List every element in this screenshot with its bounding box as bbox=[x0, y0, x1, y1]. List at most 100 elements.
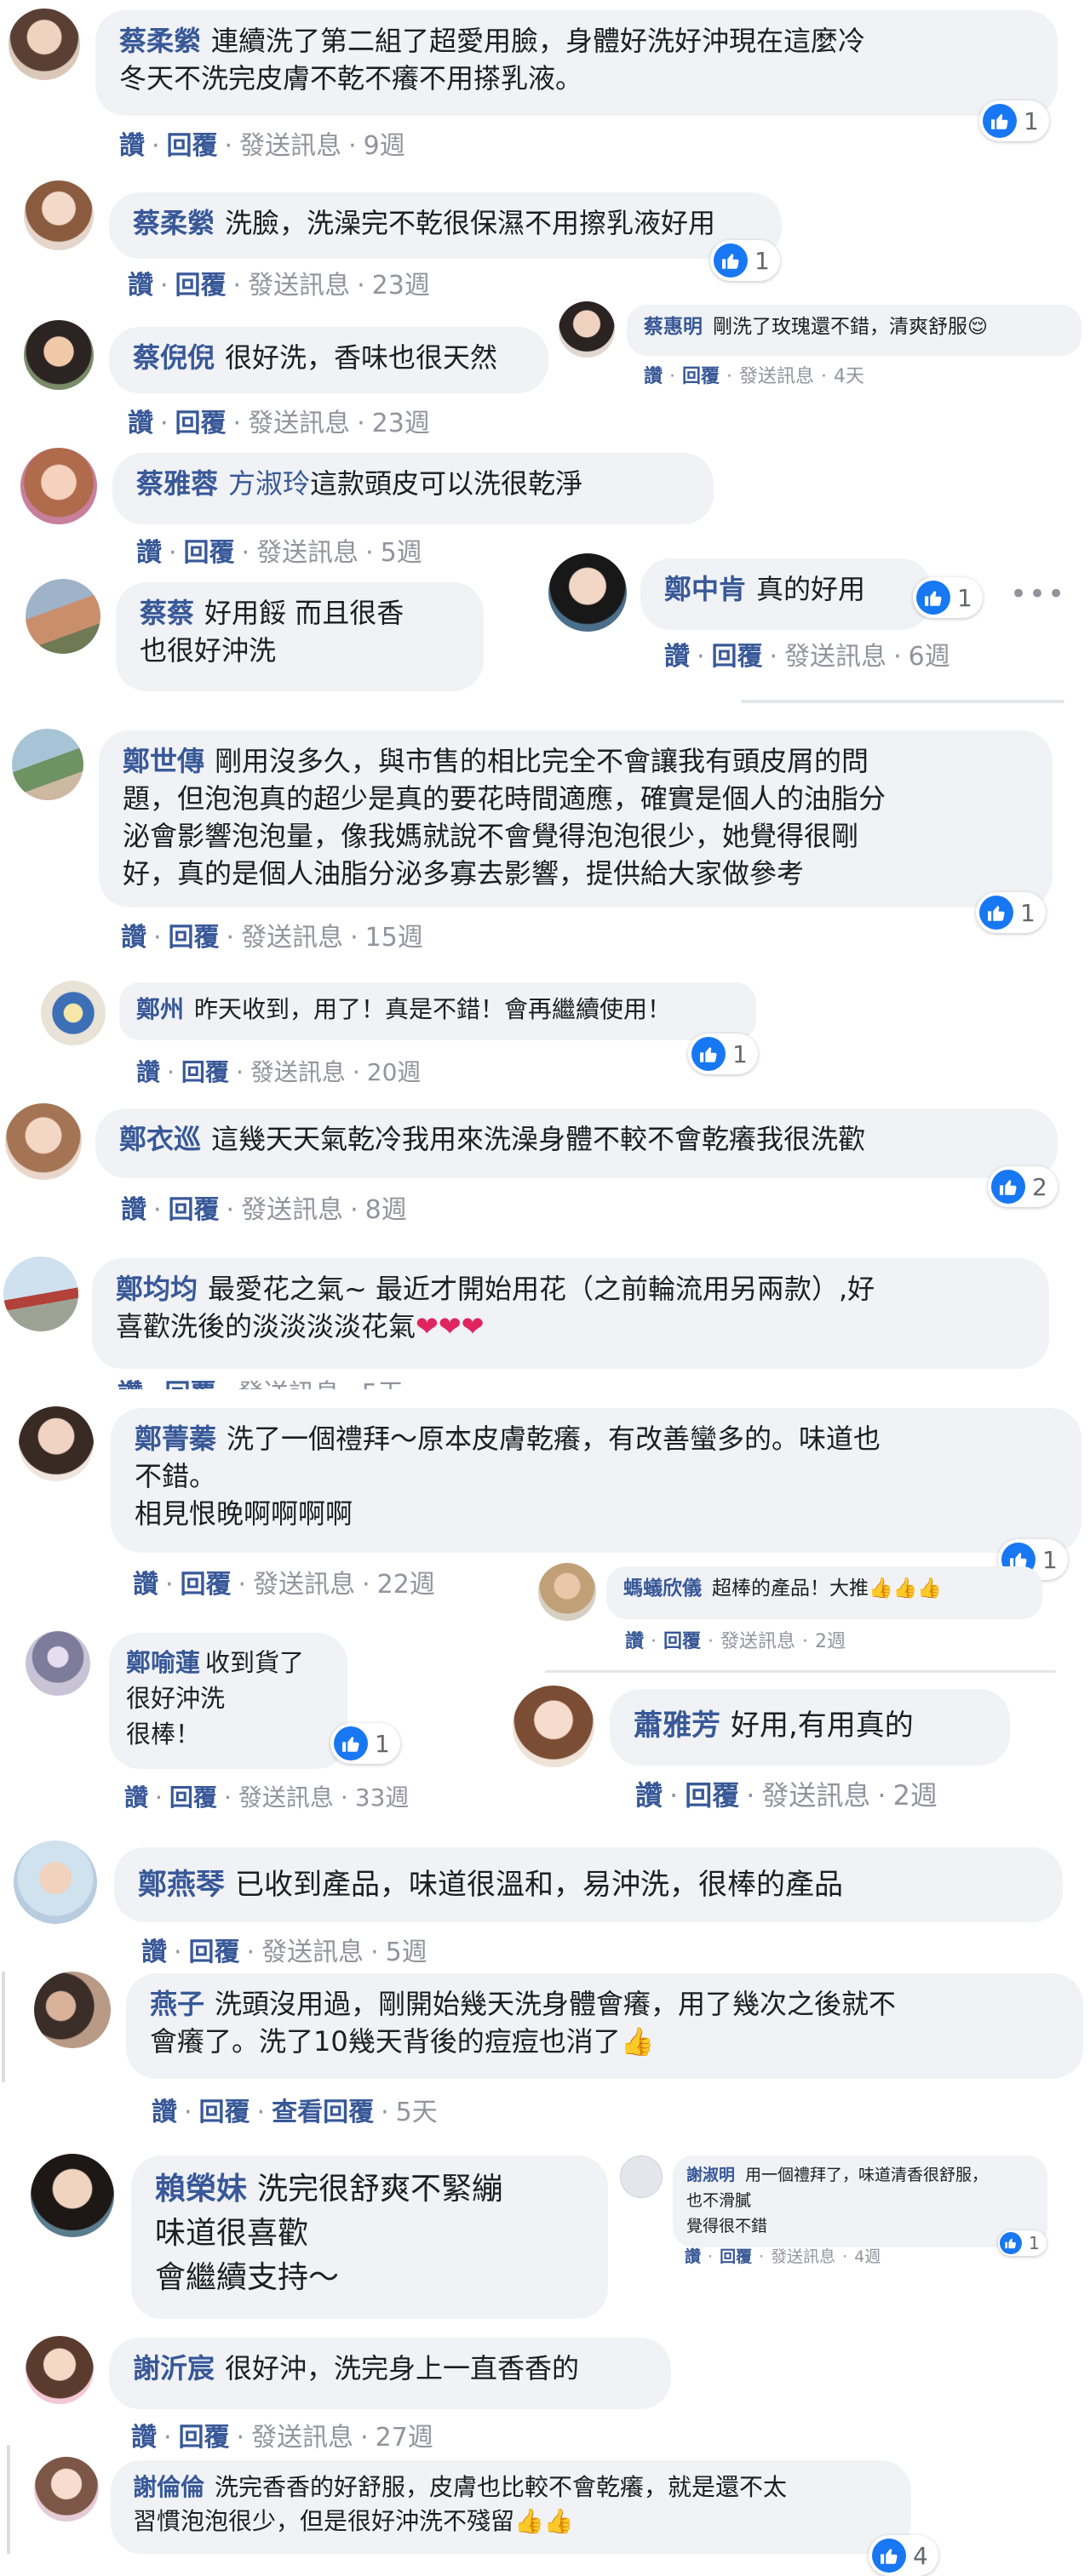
reply-link[interactable]: 回覆 bbox=[181, 1058, 229, 1086]
timestamp[interactable]: 4天 bbox=[834, 366, 864, 387]
timestamp[interactable]: 20週 bbox=[367, 1058, 422, 1086]
like-link[interactable]: 讚 bbox=[664, 642, 690, 672]
reply-link[interactable]: 回覆 bbox=[169, 1195, 220, 1225]
reaction-count[interactable]: 1 bbox=[688, 1033, 758, 1074]
timestamp[interactable]: 2週 bbox=[893, 1779, 938, 1812]
reaction-count[interactable]: 1 bbox=[330, 1723, 400, 1764]
like-link[interactable]: 讚 bbox=[131, 2423, 157, 2453]
avatar[interactable] bbox=[12, 729, 83, 800]
commenter-name[interactable]: 鄭燕琴 bbox=[138, 1868, 225, 1902]
commenter-name[interactable]: 蔡雅蓉 bbox=[136, 467, 218, 500]
commenter-name[interactable]: 螞蟻欣儀 bbox=[623, 1577, 702, 1600]
timestamp[interactable]: 5天 bbox=[362, 1379, 404, 1389]
like-link[interactable]: 讚 bbox=[119, 131, 145, 161]
like-link[interactable]: 讚 bbox=[128, 271, 153, 301]
like-link[interactable]: 讚 bbox=[121, 923, 146, 953]
reply-link[interactable]: 回覆 bbox=[175, 409, 227, 438]
like-link[interactable]: 讚 bbox=[625, 1631, 644, 1652]
commenter-name[interactable]: 鄭菁蓁 bbox=[135, 1423, 216, 1455]
like-link[interactable]: 讚 bbox=[685, 2247, 701, 2266]
commenter-name[interactable]: 蔡倪倪 bbox=[133, 341, 215, 374]
more-options-icon[interactable]: ••• bbox=[1010, 577, 1066, 611]
like-link[interactable]: 讚 bbox=[124, 1783, 148, 1812]
commenter-name[interactable]: 蔡惠明 bbox=[644, 316, 703, 338]
avatar[interactable] bbox=[41, 981, 106, 1045]
commenter-name[interactable]: 謝倫倫 bbox=[133, 2473, 204, 2501]
timestamp[interactable]: 15週 bbox=[365, 923, 423, 953]
avatar[interactable] bbox=[3, 1257, 78, 1331]
timestamp[interactable]: 5週 bbox=[381, 538, 422, 568]
commenter-name[interactable]: 鄭喻蓮 bbox=[126, 1648, 200, 1677]
commenter-name[interactable]: 蔡柔縈 bbox=[133, 207, 215, 239]
like-link[interactable]: 讚 bbox=[141, 1938, 167, 1967]
reaction-count[interactable]: 1 bbox=[710, 240, 780, 281]
commenter-name[interactable]: 蔡柔縈 bbox=[119, 25, 201, 57]
commenter-name[interactable]: 謝沂宸 bbox=[133, 2352, 215, 2384]
avatar[interactable] bbox=[31, 2154, 114, 2237]
send-message-link[interactable]: 發送訊息 bbox=[761, 1779, 870, 1812]
avatar[interactable] bbox=[513, 1686, 594, 1767]
send-message-link[interactable]: 發送訊息 bbox=[720, 1631, 795, 1652]
reply-link[interactable]: 回覆 bbox=[165, 1379, 216, 1389]
timestamp[interactable]: 9週 bbox=[364, 131, 405, 161]
timestamp[interactable]: 22週 bbox=[377, 1570, 435, 1600]
timestamp[interactable]: 33週 bbox=[355, 1783, 410, 1812]
reaction-count[interactable]: 1 bbox=[976, 892, 1046, 933]
commenter-name[interactable]: 鄭中肯 bbox=[664, 573, 746, 605]
send-message-link[interactable]: 發送訊息 bbox=[739, 366, 814, 387]
reaction-count[interactable]: 1 bbox=[913, 577, 983, 618]
reply-link[interactable]: 回覆 bbox=[663, 1631, 701, 1652]
timestamp[interactable]: 2週 bbox=[815, 1631, 846, 1652]
like-link[interactable]: 讚 bbox=[136, 538, 162, 568]
avatar[interactable] bbox=[34, 2457, 99, 2522]
reply-link[interactable]: 回覆 bbox=[181, 1570, 232, 1600]
commenter-name[interactable]: 賴榮妹 bbox=[155, 2172, 247, 2207]
commenter-name[interactable]: 鄭均均 bbox=[116, 1273, 198, 1305]
reaction-count[interactable]: 1 bbox=[979, 100, 1049, 141]
avatar[interactable] bbox=[9, 9, 80, 80]
like-link[interactable]: 讚 bbox=[128, 409, 153, 438]
timestamp[interactable]: 4週 bbox=[854, 2247, 881, 2266]
send-message-link[interactable]: 發送訊息 bbox=[248, 271, 350, 301]
reply-link[interactable]: 回覆 bbox=[179, 2423, 230, 2453]
commenter-name[interactable]: 燕子 bbox=[150, 1988, 204, 2020]
send-message-link[interactable]: 發送訊息 bbox=[256, 538, 359, 568]
timestamp[interactable]: 5天 bbox=[396, 2098, 438, 2127]
like-link[interactable]: 讚 bbox=[121, 1195, 146, 1225]
timestamp[interactable]: 27週 bbox=[376, 2423, 433, 2453]
view-replies-link[interactable]: 查看回覆 bbox=[272, 2098, 374, 2127]
send-message-link[interactable]: 發送訊息 bbox=[784, 642, 886, 672]
commenter-name[interactable]: 蕭雅芳 bbox=[634, 1709, 720, 1743]
timestamp[interactable]: 5週 bbox=[386, 1938, 427, 1967]
reply-link[interactable]: 回覆 bbox=[199, 2098, 250, 2127]
avatar[interactable] bbox=[26, 1631, 90, 1696]
like-link[interactable]: 讚 bbox=[118, 1379, 143, 1389]
send-message-link[interactable]: 發送訊息 bbox=[253, 1570, 355, 1600]
send-message-link[interactable]: 發送訊息 bbox=[251, 2423, 353, 2453]
commenter-name[interactable]: 鄭衣巡 bbox=[119, 1123, 201, 1155]
avatar[interactable] bbox=[34, 1972, 111, 2048]
avatar[interactable] bbox=[559, 301, 615, 358]
commenter-name[interactable]: 鄭世傳 bbox=[123, 745, 204, 777]
avatar[interactable] bbox=[538, 1563, 596, 1621]
avatar[interactable] bbox=[5, 1103, 82, 1180]
avatar[interactable] bbox=[14, 1840, 97, 1924]
send-message-link[interactable]: 發送訊息 bbox=[241, 923, 343, 953]
avatar[interactable] bbox=[24, 180, 94, 250]
avatar[interactable] bbox=[26, 2336, 94, 2404]
send-message-link[interactable]: 發送訊息 bbox=[238, 1379, 340, 1389]
reply-link[interactable]: 回覆 bbox=[720, 2247, 752, 2266]
like-link[interactable]: 讚 bbox=[635, 1779, 663, 1812]
commenter-name[interactable]: 謝淑明 bbox=[686, 2166, 735, 2184]
reply-link[interactable]: 回覆 bbox=[712, 642, 763, 672]
send-message-link[interactable]: 發送訊息 bbox=[238, 1783, 334, 1812]
timestamp[interactable]: 23週 bbox=[372, 271, 430, 301]
reply-link[interactable]: 回覆 bbox=[169, 1783, 217, 1812]
avatar[interactable] bbox=[548, 553, 627, 632]
tagged-user[interactable]: 方淑玲 bbox=[228, 467, 310, 500]
reply-link[interactable]: 回覆 bbox=[175, 271, 227, 301]
reply-link[interactable]: 回覆 bbox=[685, 1779, 739, 1812]
like-link[interactable]: 讚 bbox=[136, 1058, 160, 1086]
reply-link[interactable]: 回覆 bbox=[169, 923, 220, 953]
timestamp[interactable]: 8週 bbox=[365, 1195, 407, 1225]
